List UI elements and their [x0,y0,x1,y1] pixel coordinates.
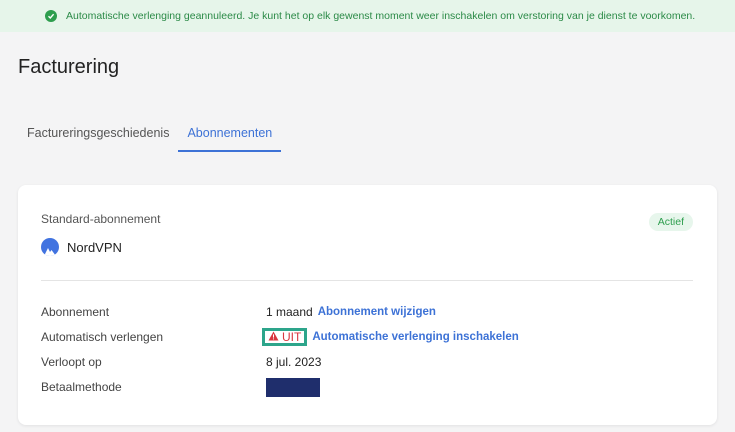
banner-message: Automatische verlenging geannuleerd. Je … [66,10,696,22]
auto-renew-row: Automatisch verlengen UIT Automatische v… [41,328,693,346]
subscription-card: Standard-abonnement Actief NordVPN Abonn… [18,185,717,425]
tab-bar: Factureringsgeschiedenis Abonnementen [18,116,282,152]
status-badge: Actief [648,213,693,231]
expires-value: 8 jul. 2023 [266,355,322,369]
subscription-value: 1 maand [266,305,313,319]
expires-label: Verloopt op [41,355,102,369]
payment-row: Betaalmethode [41,377,693,397]
product-name: NordVPN [67,239,122,255]
check-circle-icon [45,10,57,22]
payment-method-redacted [266,377,320,397]
change-subscription-link[interactable]: Abonnement wijzigen [318,306,436,318]
auto-renew-value: UIT [282,330,302,344]
product: NordVPN [41,238,122,256]
auto-renew-status: UIT [262,328,308,346]
success-banner: Automatische verlenging geannuleerd. Je … [0,0,735,32]
enable-auto-renew-link[interactable]: Automatische verlenging inschakelen [312,331,518,343]
subscription-label: Abonnement [41,305,110,319]
auto-renew-label: Automatisch verlengen [41,330,164,344]
plan-label: Standard-abonnement [41,212,161,226]
tab-billing-history[interactable]: Factureringsgeschiedenis [18,116,178,152]
tab-subscriptions[interactable]: Abonnementen [178,116,282,152]
payment-label: Betaalmethode [41,380,122,394]
warning-icon [268,330,279,344]
nordvpn-logo-icon [41,238,59,256]
subscription-row: Abonnement 1 maand Abonnement wijzigen [41,303,693,321]
divider [41,280,693,281]
page-title: Facturering [18,56,120,78]
expires-row: Verloopt op 8 jul. 2023 [41,353,693,371]
